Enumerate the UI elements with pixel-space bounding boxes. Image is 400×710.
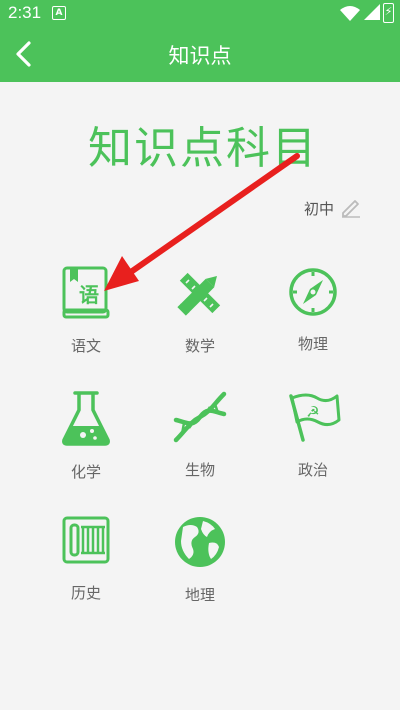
subject-chinese[interactable]: 语 语文 [41,266,131,356]
subject-label: 生物 [184,461,215,479]
ruler-pencil-icon [177,272,221,316]
battery-icon: ⚡ [383,3,394,23]
flask-icon [62,391,110,446]
subject-chemistry[interactable]: 化学 [41,390,131,482]
status-bar: 2:31 A ⚡ [0,0,400,26]
level-label[interactable]: 初中 [304,198,334,219]
subject-label: 地理 [184,586,215,604]
edit-pencil-icon[interactable] [340,196,362,218]
wifi-icon [340,6,360,21]
notification-icon: A [52,6,66,20]
book-icon: 语 [62,266,110,319]
subject-politics[interactable]: ☭ 政治 [268,390,358,480]
globe-icon [175,517,225,567]
scroll-icon [62,516,110,564]
subject-label: 化学 [70,463,101,481]
flag-icon: ☭ [289,393,341,442]
subject-history[interactable]: 历史 [41,515,131,603]
status-time: 2:31 [8,3,42,22]
subject-label: 历史 [70,584,101,602]
app-bar: 知识点 [0,26,400,82]
subject-label: 政治 [297,461,328,479]
subject-label: 语文 [70,337,101,355]
subject-label: 物理 [297,335,328,353]
svg-text:语: 语 [79,283,99,307]
subject-biology[interactable]: 生物 [155,390,245,480]
page-title: 知识点 [168,44,232,68]
signal-icon [364,4,380,20]
svg-text:☭: ☭ [306,403,319,421]
subject-label: 数学 [184,337,215,355]
dna-icon [173,391,227,443]
subject-geography[interactable]: 地理 [155,515,245,605]
subjects-heading: 知识点科目 [88,123,318,174]
subject-physics[interactable]: 物理 [268,266,358,354]
compass-icon [289,268,337,316]
subject-math[interactable]: 数学 [155,266,245,356]
